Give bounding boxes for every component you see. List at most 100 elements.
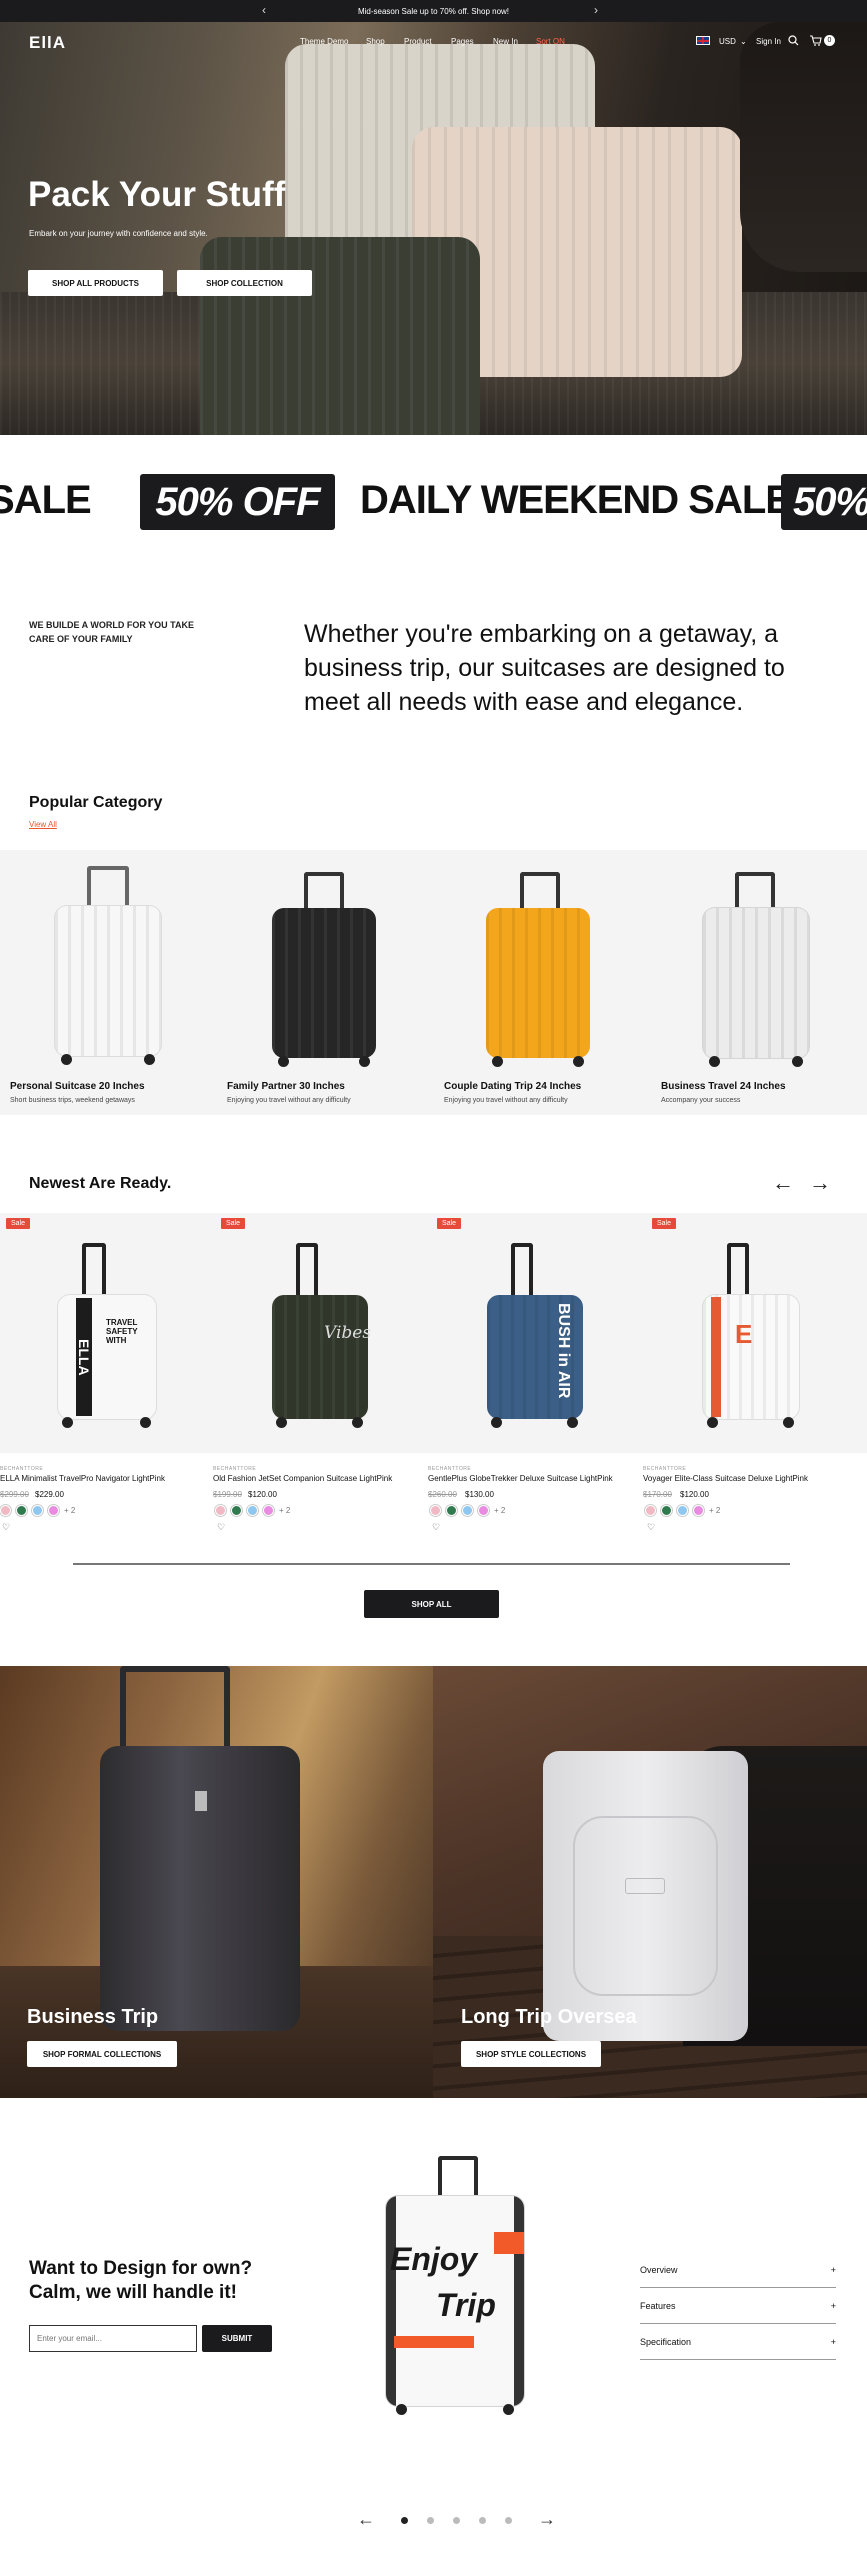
category-description: Enjoying you travel without any difficul… (227, 1097, 351, 1104)
banner-title: Long Trip Oversea (461, 2006, 637, 2028)
category-name[interactable]: Family Partner 30 Inches (227, 1081, 345, 1092)
color-swatch[interactable] (215, 1505, 226, 1516)
product-vendor: BECHANTTORE (0, 1466, 44, 1472)
nav-theme-demo[interactable]: Theme Demo (300, 37, 348, 46)
product-price: $229.00 (35, 1490, 64, 1499)
product-name[interactable]: Voyager Elite-Class Suitcase Deluxe Ligh… (643, 1474, 808, 1483)
accordion-specification[interactable]: Specification + (640, 2324, 836, 2360)
pagination-dot[interactable] (479, 2517, 486, 2524)
more-colors[interactable]: + 2 (279, 1506, 290, 1515)
pagination-dot[interactable] (453, 2517, 460, 2524)
art-text-trip: Trip (436, 2287, 496, 2323)
view-all-link[interactable]: View All (29, 820, 57, 829)
heart-icon[interactable]: ♡ (2, 1522, 10, 1533)
marquee-text: SALE (0, 478, 92, 522)
product-name[interactable]: ELLA Minimalist TravelPro Navigator Ligh… (0, 1474, 165, 1483)
category-card[interactable]: Family Partner 30 Inches Enjoying you tr… (217, 850, 427, 1115)
color-swatch[interactable] (693, 1505, 704, 1516)
color-swatch[interactable] (16, 1505, 27, 1516)
color-swatch[interactable] (231, 1505, 242, 1516)
accordion-label: Overview (640, 2264, 678, 2275)
color-swatch[interactable] (645, 1505, 656, 1516)
arrow-right-icon[interactable]: → (538, 2509, 556, 2530)
plus-icon[interactable]: + (831, 2301, 836, 2311)
carousel-progress-bar[interactable] (73, 1563, 790, 1565)
product-price: $130.00 (465, 1490, 494, 1499)
nav-shop[interactable]: Shop (366, 37, 385, 46)
color-swatch[interactable] (677, 1505, 688, 1516)
currency-selector[interactable]: USD (719, 37, 736, 46)
more-colors[interactable]: + 2 (709, 1506, 720, 1515)
category-description: Accompany your success (661, 1097, 741, 1104)
category-name[interactable]: Personal Suitcase 20 Inches (10, 1081, 145, 1092)
category-name[interactable]: Couple Dating Trip 24 Inches (444, 1081, 581, 1092)
arrow-left-icon[interactable]: ← (357, 2509, 375, 2530)
nav-sort-on[interactable]: Sort ON (536, 37, 565, 46)
color-swatch[interactable] (32, 1505, 43, 1516)
cart-icon[interactable] (810, 35, 822, 46)
email-input[interactable] (29, 2325, 197, 2352)
more-colors[interactable]: + 2 (64, 1506, 75, 1515)
submit-button[interactable]: SUBMIT (202, 2325, 272, 2352)
category-card[interactable]: Personal Suitcase 20 Inches Short busine… (0, 850, 210, 1115)
product-name[interactable]: GentlePlus GlobeTrekker Deluxe Suitcase … (428, 1474, 613, 1483)
shop-collection-button[interactable]: SHOP COLLECTION (177, 270, 312, 296)
product-art: E (735, 1319, 753, 1349)
nav-pages[interactable]: Pages (451, 37, 474, 46)
accordion-overview[interactable]: Overview + (640, 2252, 836, 2288)
product-old-price: $170.00 (643, 1490, 672, 1499)
product-vendor: BECHANTTORE (428, 1466, 472, 1472)
logo[interactable]: EllA (29, 33, 66, 53)
plus-icon[interactable]: + (831, 2337, 836, 2347)
color-swatch[interactable] (430, 1505, 441, 1516)
promo-marquee: SALE 50% OFF DAILY WEEKEND SALE 50% (0, 470, 867, 534)
search-icon[interactable] (788, 35, 799, 46)
pagination-dot[interactable] (401, 2517, 408, 2524)
marquee-badge: 50% OFF (140, 474, 335, 530)
shop-style-collections-button[interactable]: SHOP STYLE COLLECTIONS (461, 2041, 601, 2067)
heart-icon[interactable]: ♡ (647, 1522, 655, 1533)
pagination-dot[interactable] (505, 2517, 512, 2524)
heart-icon[interactable]: ♡ (217, 1522, 225, 1533)
announcement-bar: ‹ Mid-season Sale up to 70% off. Shop no… (0, 0, 867, 22)
product-art: BUSH in AIR (555, 1303, 572, 1399)
accordion-features[interactable]: Features + (640, 2288, 836, 2324)
arrow-right-icon[interactable]: → (809, 1170, 831, 1196)
product-name[interactable]: Old Fashion JetSet Companion Suitcase Li… (213, 1474, 392, 1483)
product-old-price: $299.00 (0, 1490, 29, 1499)
color-swatch[interactable] (48, 1505, 59, 1516)
sign-in-link[interactable]: Sign In (756, 37, 781, 46)
color-swatch[interactable] (0, 1505, 11, 1516)
nav-new-in[interactable]: New In (493, 37, 518, 46)
more-colors[interactable]: + 2 (494, 1506, 505, 1515)
color-swatch[interactable] (478, 1505, 489, 1516)
color-swatch[interactable] (661, 1505, 672, 1516)
shop-formal-collections-button[interactable]: SHOP FORMAL COLLECTIONS (27, 2041, 177, 2067)
color-swatch[interactable] (446, 1505, 457, 1516)
product-old-price: $199.00 (213, 1490, 242, 1499)
color-swatch[interactable] (462, 1505, 473, 1516)
chevron-left-icon[interactable]: ‹ (262, 3, 266, 17)
category-name[interactable]: Business Travel 24 Inches (661, 1081, 786, 1092)
color-swatch[interactable] (247, 1505, 258, 1516)
color-swatch[interactable] (263, 1505, 274, 1516)
product-price: $120.00 (680, 1490, 709, 1499)
arrow-left-icon[interactable]: ← (772, 1170, 794, 1196)
shop-all-products-button[interactable]: SHOP ALL PRODUCTS (28, 270, 163, 296)
product-old-price: $260.00 (428, 1490, 457, 1499)
chevron-right-icon[interactable]: › (594, 3, 598, 17)
business-trip-banner[interactable]: Business Trip SHOP FORMAL COLLECTIONS (0, 1666, 433, 2098)
sale-badge: Sale (221, 1218, 246, 1229)
category-card[interactable]: Business Travel 24 Inches Accompany your… (651, 850, 861, 1115)
shop-all-button[interactable]: SHOP ALL (364, 1590, 499, 1618)
heart-icon[interactable]: ♡ (432, 1522, 440, 1533)
plus-icon[interactable]: + (831, 2265, 836, 2275)
announcement-text[interactable]: Mid-season Sale up to 70% off. Shop now! (358, 7, 509, 16)
nav-product[interactable]: Product (404, 37, 432, 46)
about-statement: Whether you're embarking on a getaway, a… (304, 620, 785, 716)
pagination-dot[interactable] (427, 2517, 434, 2524)
long-trip-banner[interactable]: Long Trip Oversea SHOP STYLE COLLECTIONS (433, 1666, 867, 2098)
category-card[interactable]: Couple Dating Trip 24 Inches Enjoying yo… (434, 850, 644, 1115)
flag-icon[interactable] (696, 36, 710, 45)
cart-count-badge: 0 (824, 35, 835, 46)
